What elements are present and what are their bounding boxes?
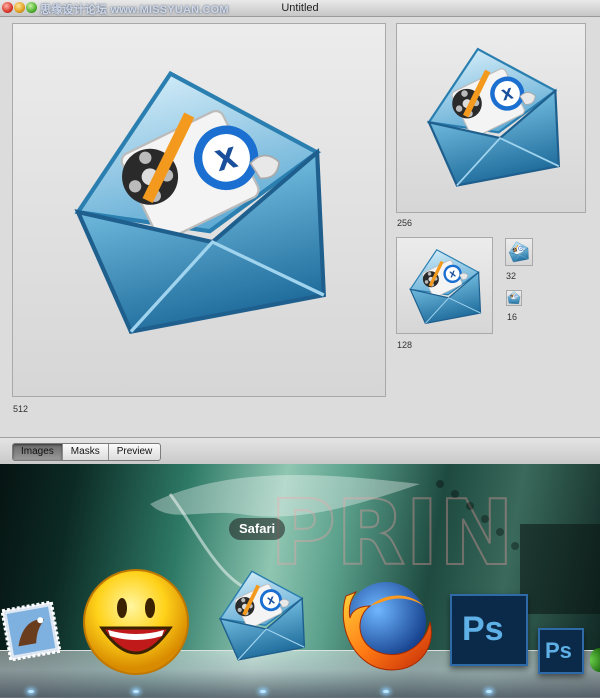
size-label-32: 32 bbox=[506, 271, 517, 281]
preview-well-512[interactable] bbox=[12, 23, 386, 397]
tab-preview[interactable]: Preview bbox=[109, 444, 161, 460]
green-app-icon-partial[interactable] bbox=[590, 648, 600, 672]
envelope-icon-32 bbox=[507, 240, 531, 264]
envelope-dock-icon[interactable] bbox=[209, 559, 316, 667]
running-indicator bbox=[133, 690, 139, 693]
running-indicator bbox=[28, 690, 34, 693]
running-indicator bbox=[486, 690, 492, 693]
photoshop-label-large: Ps bbox=[462, 610, 504, 648]
photoshop-icon-small[interactable]: Ps bbox=[538, 628, 584, 674]
size-label-128: 128 bbox=[397, 340, 413, 350]
preview-well-32[interactable] bbox=[505, 238, 533, 266]
envelope-icon-16 bbox=[507, 291, 521, 305]
photoshop-icon-large[interactable]: Ps bbox=[450, 594, 528, 666]
preview-well-256[interactable] bbox=[396, 23, 586, 213]
view-segmented-control: Images Masks Preview bbox=[12, 443, 162, 461]
mail-stamp-icon[interactable] bbox=[0, 600, 62, 662]
size-label-16: 16 bbox=[507, 312, 518, 322]
size-label-512: 512 bbox=[13, 404, 29, 414]
photoshop-label-small: Ps bbox=[545, 638, 572, 663]
envelope-icon-256 bbox=[415, 38, 575, 198]
tab-images[interactable]: Images bbox=[13, 444, 63, 460]
window-title: Untitled bbox=[281, 2, 319, 14]
yahoo-messenger-icon[interactable] bbox=[80, 566, 192, 678]
running-indicator bbox=[260, 690, 266, 693]
tab-masks[interactable]: Masks bbox=[63, 444, 109, 460]
running-indicator bbox=[383, 690, 389, 693]
firefox-icon[interactable] bbox=[326, 566, 440, 680]
preview-well-16[interactable] bbox=[506, 290, 522, 306]
preview-well-128[interactable] bbox=[396, 237, 493, 334]
envelope-icon-128 bbox=[404, 245, 488, 329]
dock-tooltip: Safari bbox=[229, 518, 286, 540]
size-label-256: 256 bbox=[397, 218, 413, 228]
envelope-icon-512 bbox=[53, 44, 353, 354]
